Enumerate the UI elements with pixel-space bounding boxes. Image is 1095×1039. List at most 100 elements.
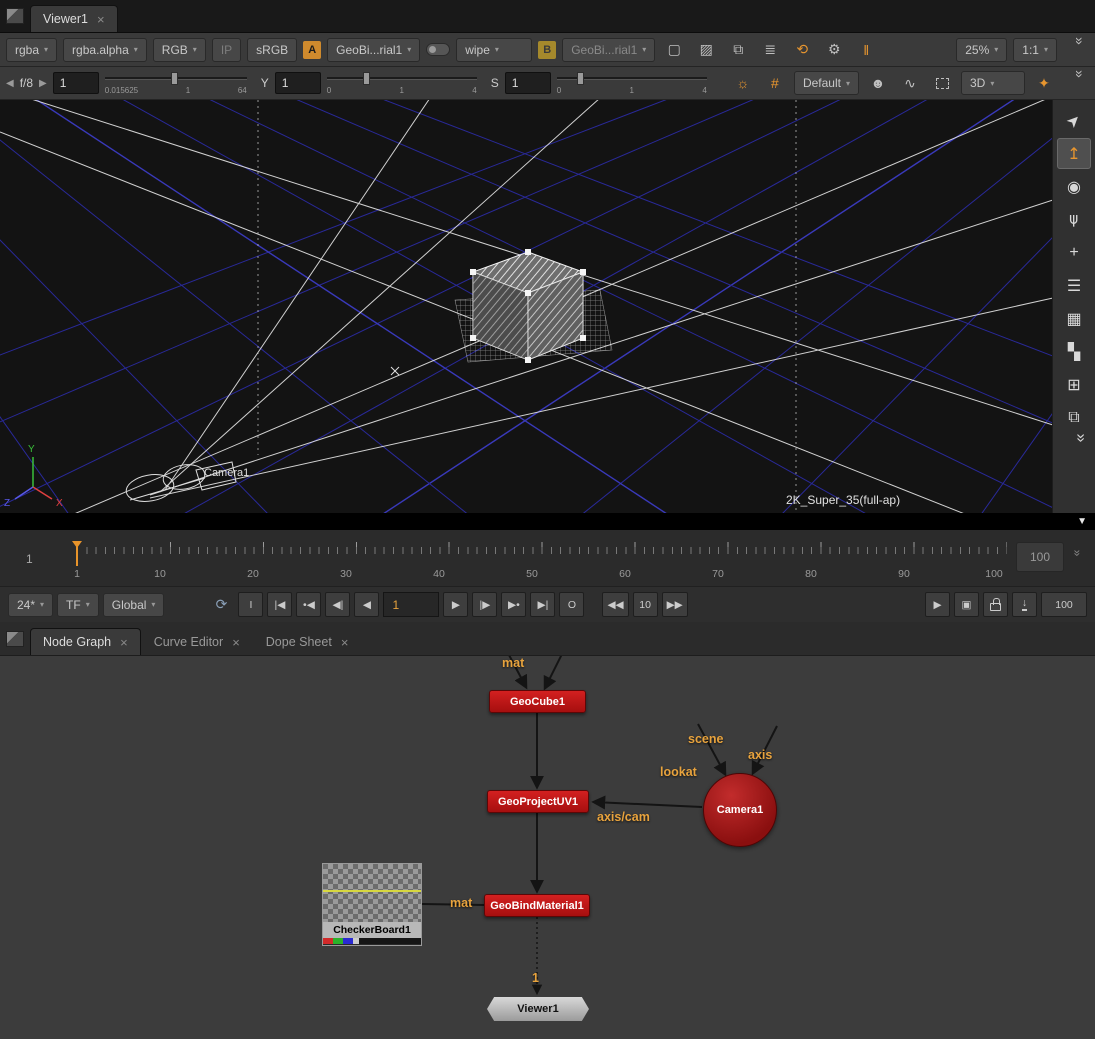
panel-split-icon[interactable] [6, 631, 24, 647]
step-forward-button[interactable]: |▶ [472, 592, 497, 617]
frame-step-field[interactable]: 10 [633, 592, 658, 617]
timeline-range-end[interactable]: 100 [1016, 542, 1064, 572]
frame-range-dropdown[interactable]: Global ▾ [103, 593, 165, 617]
layers-tool[interactable]: ☰ [1057, 270, 1091, 301]
go-to-end-button[interactable]: ▶| [530, 592, 555, 617]
chevron-down-icon: ▾ [151, 600, 155, 609]
input-process-button[interactable]: IP [212, 38, 241, 62]
select-tool[interactable]: ➤ [1057, 105, 1091, 136]
chevron-down-icon: ▾ [44, 45, 48, 54]
input-b-dropdown[interactable]: GeoBi...rial1 ▾ [562, 38, 655, 62]
next-keyframe-button[interactable]: ▶• [501, 592, 526, 617]
prev-keyframe-button[interactable]: •◀ [296, 592, 321, 617]
node-graph[interactable]: mat scene axis lookat axis/cam mat 1 Geo… [0, 656, 1095, 1039]
collapse-toolbar-icon[interactable]: » [1064, 70, 1088, 96]
saturation-slider-handle[interactable] [577, 72, 584, 85]
input-a-dropdown[interactable]: GeoBi...rial1 ▾ [327, 38, 420, 62]
collapse-toolbar-icon[interactable]: » [1064, 37, 1088, 63]
flipbook-render-button[interactable]: ▶ [925, 592, 950, 617]
go-to-start-button[interactable]: |◀ [267, 592, 292, 617]
gamma-slider[interactable]: 0 1 4 [327, 69, 477, 97]
tf-dropdown[interactable]: TF ▾ [57, 593, 99, 617]
split-handle-icon[interactable]: ▼ [1077, 516, 1087, 527]
close-icon[interactable]: × [232, 636, 240, 649]
tab-curve-editor[interactable]: Curve Editor × [141, 628, 253, 655]
playback-loop-icon[interactable]: ⟳ [208, 593, 234, 617]
grid-view-tool[interactable]: ▦ [1057, 303, 1091, 334]
display-style-dropdown[interactable]: RGB ▾ [153, 38, 206, 62]
close-icon[interactable]: × [120, 636, 128, 649]
capture-tool[interactable]: ⧉ [1057, 402, 1091, 433]
wipe-dropdown[interactable]: wipe ▾ [456, 38, 532, 62]
rotate-tool[interactable]: ◉ [1057, 171, 1091, 202]
translate-tool[interactable]: ↥ [1057, 138, 1091, 169]
more-tools[interactable]: » [1059, 434, 1090, 468]
geo-cube[interactable] [473, 252, 583, 360]
gain-slider[interactable]: 0.015625 1 64 [105, 69, 247, 97]
roi-icon[interactable] [929, 71, 955, 95]
node-geocube1[interactable]: GeoCube1 [489, 690, 586, 713]
timeline[interactable]: 1 1 10 20 30 40 50 60 70 80 90 100 100 » [0, 530, 1095, 586]
close-icon[interactable]: × [341, 636, 349, 649]
increment-button[interactable]: ▶▶ [662, 592, 688, 617]
view-mode-dropdown[interactable]: 3D ▾ [961, 71, 1025, 95]
saturation-field[interactable]: 1 [505, 72, 551, 94]
gain-field[interactable]: 1 [53, 72, 99, 94]
end-frame-field[interactable]: 100 [1041, 592, 1087, 617]
viewer-split-bar[interactable]: ▼ [0, 513, 1095, 530]
checker-background-icon[interactable]: ▨ [693, 38, 719, 62]
tab-viewer1[interactable]: Viewer1 × [30, 5, 118, 32]
step-back-button[interactable]: ◀| [325, 592, 350, 617]
zoom-dropdown[interactable]: 25% ▾ [956, 38, 1007, 62]
fstop-up-icon[interactable]: ▶ [39, 78, 47, 89]
wand-icon[interactable]: ✦ [1031, 71, 1057, 95]
node-geoprojectuv1[interactable]: GeoProjectUV1 [487, 790, 589, 813]
shading-default-dropdown[interactable]: Default ▾ [794, 71, 859, 95]
viewer-3d-viewport[interactable]: Camera1 Y X Z 2K_Super_35(full-ap) ➤ ↥ ◉… [0, 100, 1095, 513]
occlusion-icon[interactable]: ☻ [865, 71, 891, 95]
gamma-field[interactable]: 1 [275, 72, 321, 94]
current-frame-field[interactable]: 1 [383, 592, 439, 617]
node-camera1[interactable]: Camera1 [703, 773, 777, 847]
channels-dropdown[interactable]: rgba ▾ [6, 38, 57, 62]
gain-slider-handle[interactable] [171, 72, 178, 85]
node-geobindmaterial1[interactable]: GeoBindMaterial1 [484, 894, 590, 917]
monitor-out-icon[interactable]: ⧉ [725, 38, 751, 62]
curve-icon[interactable]: ∿ [897, 71, 923, 95]
tab-node-graph[interactable]: Node Graph × [30, 628, 141, 655]
gamma-slider-handle[interactable] [363, 72, 370, 85]
save-layout-button[interactable]: ↓ [1012, 592, 1037, 617]
proxy-mode-icon[interactable]: ≣ [757, 38, 783, 62]
node-checkerboard1[interactable]: CheckerBoard1 [322, 863, 422, 946]
lock-range-button[interactable] [983, 592, 1008, 617]
lighting-icon[interactable]: ☼ [730, 71, 756, 95]
fps-dropdown[interactable]: 24* ▾ [8, 593, 53, 617]
region-button[interactable]: ▣ [954, 592, 979, 617]
tab-dope-sheet[interactable]: Dope Sheet × [253, 628, 362, 655]
play-backward-button[interactable]: ◀ [354, 592, 379, 617]
pause-icon[interactable]: ‖ [853, 38, 879, 62]
quad-view-tool[interactable]: ▚ [1057, 336, 1091, 367]
scene-tree-tool[interactable]: ⋔ [1057, 204, 1091, 235]
set-in-button[interactable]: I [238, 592, 263, 617]
close-icon[interactable]: × [97, 13, 105, 26]
timeline-collapse-icon[interactable]: » [1070, 550, 1084, 557]
panel-split-icon[interactable] [6, 8, 24, 24]
saturation-slider[interactable]: 0 1 4 [557, 69, 707, 97]
refresh-icon[interactable]: ⟲ [789, 38, 815, 62]
snap-tool[interactable]: + [1057, 237, 1091, 268]
ab-blend-toggle[interactable] [426, 43, 450, 56]
wireframe-grid-icon[interactable]: # [762, 71, 788, 95]
playhead-line[interactable] [76, 542, 78, 566]
node-viewer1[interactable]: Viewer1 [487, 997, 589, 1021]
format-frame-icon[interactable]: ▢ [661, 38, 687, 62]
play-button[interactable]: ▶ [443, 592, 468, 617]
colorspace-button[interactable]: sRGB [247, 38, 297, 62]
gear-icon[interactable]: ⚙ [821, 38, 847, 62]
pixel-aspect-dropdown[interactable]: 1:1 ▾ [1013, 38, 1057, 62]
layout-tool[interactable]: ⊞ [1057, 369, 1091, 400]
set-out-button[interactable]: O [559, 592, 584, 617]
decrement-button[interactable]: ◀◀ [602, 592, 628, 617]
fstop-down-icon[interactable]: ◀ [6, 78, 14, 89]
alpha-dropdown[interactable]: rgba.alpha ▾ [63, 38, 147, 62]
